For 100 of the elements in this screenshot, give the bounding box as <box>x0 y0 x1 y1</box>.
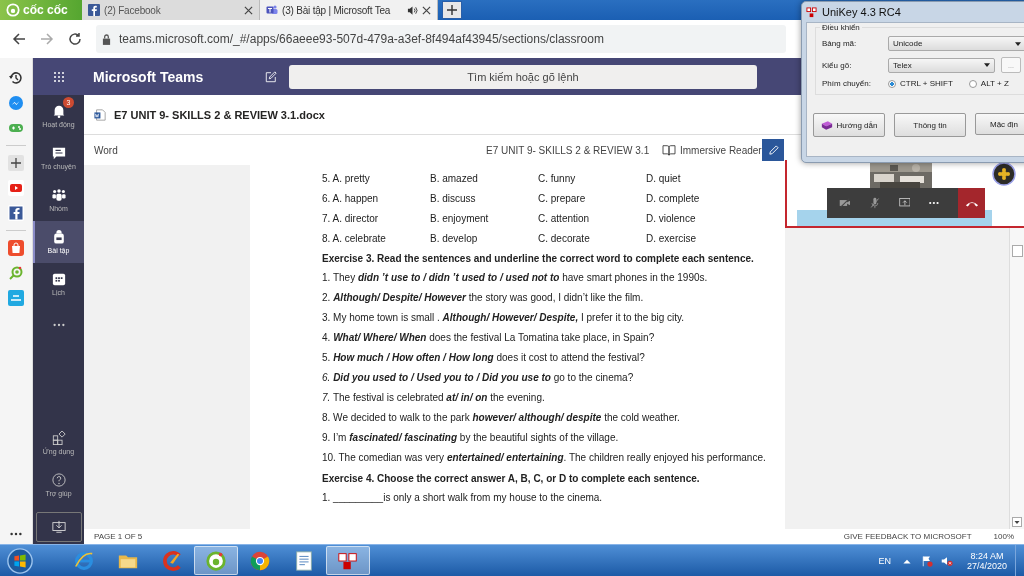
tab-title: (2) Facebook <box>104 4 162 16</box>
exercise-sentence: 7. The festival is celebrated at/ in/ on the evening. <box>322 391 546 405</box>
browser-logo-icon <box>205 549 227 572</box>
radio-button[interactable] <box>888 79 896 88</box>
app-launcher-icon[interactable] <box>53 70 65 83</box>
download-icon <box>51 520 66 534</box>
tab-title: (3) Bài tập | Microsoft Tea <box>282 4 392 16</box>
answer-option: 8. A. celebrate <box>322 232 430 244</box>
search-field[interactable]: Tìm kiếm hoặc gõ lệnh <box>289 64 757 89</box>
download-button[interactable] <box>35 512 82 542</box>
clock[interactable]: 8:24 AM 27/4/2020 <box>966 550 1007 571</box>
close-icon[interactable] <box>422 5 431 15</box>
immersive-reader-button[interactable]: Immersive Reader <box>662 144 762 156</box>
group-label: Điều khiển <box>820 23 862 32</box>
zoom-level: 100% <box>993 532 1014 541</box>
close-icon[interactable] <box>244 5 253 15</box>
browser-tab[interactable]: (2) Facebook <box>82 0 260 20</box>
chat-icon <box>51 146 66 160</box>
answer-option: D. quiet <box>646 172 754 184</box>
word-file-icon <box>94 108 106 121</box>
mic-off-icon[interactable] <box>868 196 881 210</box>
document-title: E7 UNIT 9- SKILLS 2 & REVIEW 3.1 <box>486 144 651 156</box>
answer-option: B. discuss <box>430 192 538 204</box>
camera-off-icon[interactable] <box>839 196 851 210</box>
dropdown[interactable]: Telex <box>888 57 995 73</box>
answer-option: D. complete <box>646 192 754 204</box>
help-icon <box>51 473 66 487</box>
more-icon[interactable] <box>9 532 23 536</box>
dialog-button[interactable]: Mặc địn <box>975 113 1024 135</box>
new-tab-button[interactable] <box>442 1 462 19</box>
caret-icon <box>1015 41 1021 46</box>
back-icon[interactable] <box>12 32 26 46</box>
exercise-sentence: 2. Although/ Despite/ However the story was good, I didn’t like the film. <box>322 291 645 305</box>
messenger-icon[interactable] <box>8 95 24 111</box>
exercise-sentence: 6. Did you used to / Used you to / Did you use to go to the cinema? <box>322 371 635 385</box>
radio-button[interactable] <box>968 79 977 88</box>
browser-brand: cốc cốc <box>23 3 68 17</box>
dialog-button[interactable]: Thông tin <box>894 113 966 137</box>
reload-icon[interactable] <box>68 32 82 46</box>
exercise-sentence: 10. The comedian was very entertained/ entertaining. The children really enjoyed his performance. <box>322 451 767 465</box>
lock-icon <box>102 33 111 45</box>
document-icon <box>293 549 315 572</box>
answer-option: 7. A. director <box>322 212 430 224</box>
magnifier-icon[interactable] <box>8 265 24 281</box>
answer-option: C. attention <box>538 212 646 224</box>
history-icon[interactable] <box>8 70 24 86</box>
keyboard-icon <box>806 6 817 18</box>
more-icon[interactable] <box>51 323 66 327</box>
broom-icon <box>161 549 183 572</box>
facebook-icon <box>88 4 100 16</box>
phone-icon <box>964 199 979 207</box>
more-icon[interactable] <box>928 201 941 205</box>
answer-option: B. enjoyment <box>430 212 538 224</box>
exercise-sentence: 5. How much / How often / How long does it cost to attend the festival? <box>322 351 646 365</box>
answer-option: 5. A. pretty <box>322 172 430 184</box>
taskbar-app[interactable] <box>326 546 370 575</box>
app-title: Microsoft Teams <box>93 68 205 85</box>
radio-option[interactable]: ALT + Z <box>968 79 1009 88</box>
language-indicator[interactable]: EN <box>878 555 891 566</box>
app-name: Word <box>94 144 119 156</box>
exercise-sentence: 9. I’m fascinated/ fascinating by the beautiful sights of the village. <box>322 431 620 445</box>
answer-option: D. violence <box>646 212 754 224</box>
flag-icon[interactable] <box>920 554 933 567</box>
dialog-button[interactable]: Hướng dẫn <box>813 113 885 137</box>
file-name: E7 UNIT 9- SKILLS 2 & REVIEW 3.1.docx <box>114 108 325 121</box>
start-button[interactable] <box>6 546 34 575</box>
bag-icon <box>51 230 66 244</box>
calendar-icon <box>51 272 66 286</box>
exercise-sentence: 3. My home town is small . Although/ However/ Despite, I prefer it to the big city. <box>322 311 686 325</box>
address-field[interactable]: teams.microsoft.com/_#/apps/66aeee93-507d-479a-a3ef-8f494af43945/sections/classroom <box>96 25 786 53</box>
avatar-icon <box>992 162 1016 186</box>
window-title: UniKey 4.3 RC4 <box>822 6 901 18</box>
browser-tab[interactable]: (3) Bài tập | Microsoft Tea <box>260 0 438 20</box>
exercise-sentence: 4. What/ Where/ When does the festival La Tomatina take place, in Spain? <box>322 331 656 345</box>
scroll-down-icon[interactable] <box>1012 517 1022 527</box>
compose-icon[interactable] <box>265 70 277 83</box>
answer-option: C. funny <box>538 172 646 184</box>
speaker-icon[interactable] <box>407 4 418 16</box>
dropdown[interactable]: Unicode <box>888 36 1024 51</box>
exercise-heading: Exercise 4. Choose the correct answer A, B, C, or D to complete each sentence. <box>322 471 701 486</box>
feedback-link[interactable]: GIVE FEEDBACK TO MICROSOFT <box>843 532 972 541</box>
facebook-icon[interactable] <box>8 205 24 221</box>
field-label: Bảng mã: <box>822 39 858 48</box>
taskbar-app[interactable] <box>194 546 238 575</box>
field-label: Phím chuyển: <box>822 79 872 88</box>
browser-e-icon <box>73 549 95 572</box>
exercise-sentence: 1. _________is only a short walk from my house to the cinema. <box>322 491 604 505</box>
radio-option[interactable]: CTRL + SHIFT <box>888 79 953 88</box>
add-icon[interactable] <box>8 155 24 171</box>
pencil-icon <box>767 144 779 156</box>
exercise-sentence: 1. They didn ’t use to / didn ’t used to / used not to have smart phones in the 1990s. <box>322 271 709 285</box>
plus-icon <box>447 5 457 15</box>
browser-logo-icon <box>6 3 20 17</box>
youtube-icon[interactable] <box>8 180 24 196</box>
edit-button[interactable] <box>762 139 784 161</box>
scrollbar-thumb[interactable] <box>1011 245 1023 257</box>
shopping-bag-icon[interactable] <box>8 240 24 256</box>
field-label: Kiểu gõ: <box>822 60 853 70</box>
answer-option: C. decorate <box>538 232 646 244</box>
share-screen-icon[interactable] <box>898 196 911 210</box>
